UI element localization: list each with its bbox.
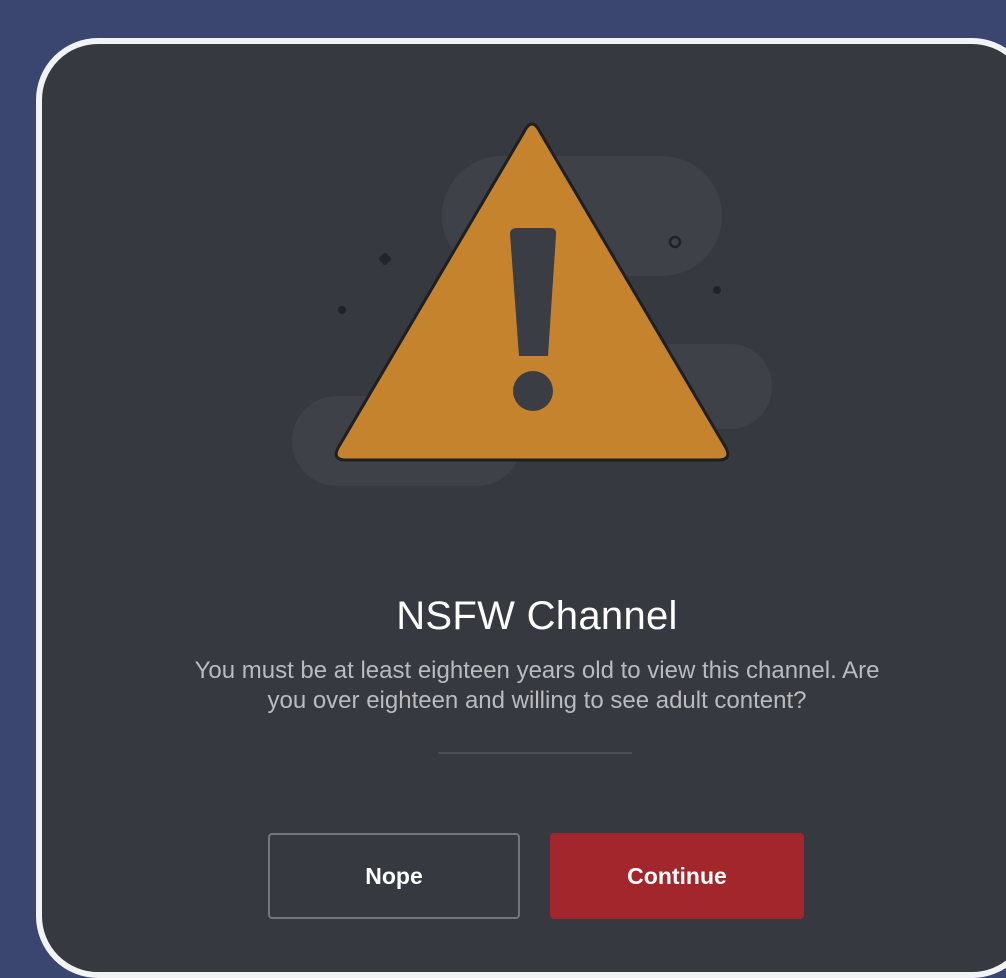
continue-button-label: Continue: [627, 862, 727, 889]
dialog-description: You must be at least eighteen years old …: [42, 656, 1006, 716]
nsfw-warning-modal: NSFW Channel You must be at least eighte…: [36, 38, 1006, 978]
nope-button-label: Nope: [365, 862, 423, 889]
sparkle-icon: [379, 253, 391, 265]
description-line-1: You must be at least eighteen years old …: [194, 657, 880, 684]
dialog-title: NSFW Channel: [396, 594, 678, 638]
warning-illustration: [292, 122, 772, 486]
nope-button[interactable]: Nope: [268, 833, 520, 919]
description-line-2: you over eighteen and willing to see adu…: [267, 687, 807, 714]
continue-button[interactable]: Continue: [550, 833, 804, 919]
divider: [438, 752, 632, 754]
